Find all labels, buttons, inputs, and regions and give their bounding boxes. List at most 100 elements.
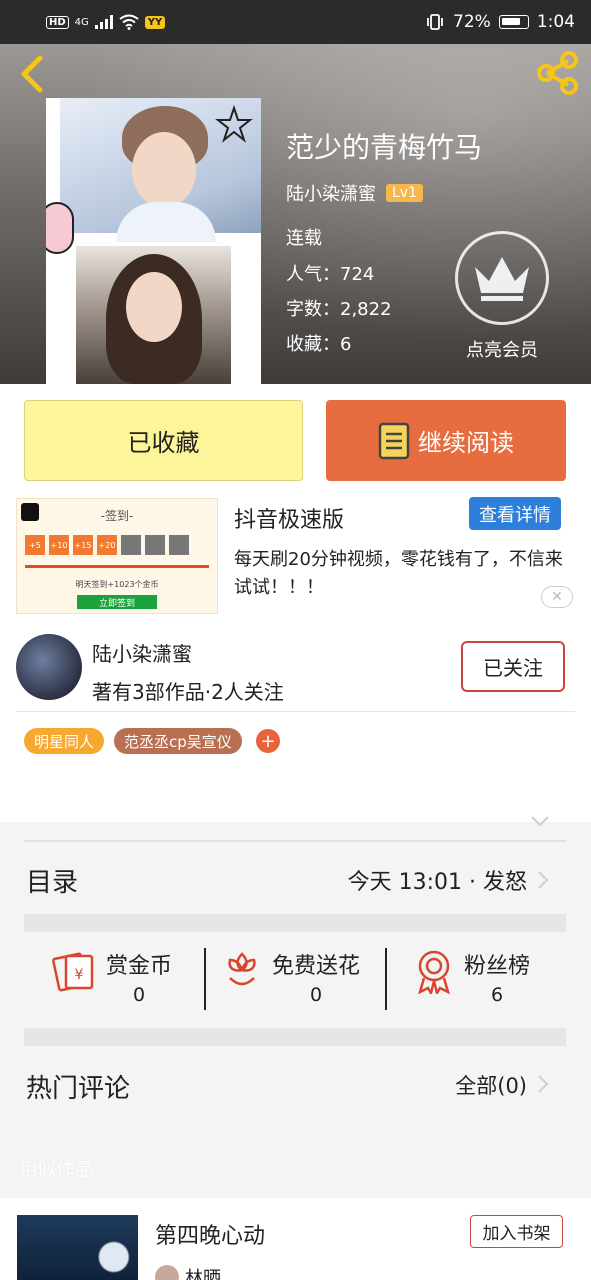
word-count-row: 字数：2,822: [286, 295, 392, 321]
battery-icon: [498, 15, 529, 29]
similar-book-title[interactable]: 第四晚心动: [155, 1218, 265, 1250]
reward-day-4: +20: [97, 535, 117, 555]
star-decoration-icon: [215, 104, 253, 143]
stat-fans-label: 粉丝榜: [464, 954, 531, 979]
popularity-value: 724: [340, 264, 375, 285]
ad-details-button[interactable]: 查看详情: [469, 497, 561, 530]
crown-icon: [475, 257, 529, 301]
similar-book-author: 林晒: [155, 1264, 221, 1280]
author-row: 陆小染潇蜜 Lv1: [286, 180, 423, 206]
table-of-contents-row[interactable]: 目录 今天 13:01 · 发怒: [0, 842, 591, 916]
hot-comments-row[interactable]: 热门评论 全部(0): [0, 1046, 591, 1126]
stat-flowers-value: 0: [309, 984, 323, 1006]
signal-icon: [94, 15, 113, 29]
author-avatar[interactable]: [16, 634, 82, 700]
stat-flowers-label: 免费送花: [272, 954, 361, 979]
add-to-shelf-button[interactable]: 加入书架: [470, 1215, 563, 1248]
reward-day-2: +10: [49, 535, 69, 555]
status-left: HD 4G YY: [46, 14, 166, 30]
hot-comments-label: 热门评论: [26, 1074, 131, 1104]
ad-title: 抖音极速版: [234, 508, 345, 533]
author-card-stats: 著有3部作品·2人关注: [92, 680, 284, 704]
popularity-label: 人气：: [286, 264, 340, 285]
reward-day-1: +5: [25, 535, 45, 555]
similar-works-heading: 相似作品: [18, 1159, 95, 1181]
chevron-down-icon[interactable]: [530, 814, 550, 828]
reward-day-7: [169, 535, 189, 555]
support-stats: ¥ 赏金币 0 免费送花 0 粉丝榜 6: [0, 934, 591, 1028]
book-status: 连载: [286, 228, 322, 249]
similar-book-cover[interactable]: [17, 1215, 138, 1280]
ad-description: 每天刷20分钟视频，零花钱有了，不信来试试！！！: [234, 549, 563, 598]
continue-reading-label: 继续阅读: [418, 429, 514, 457]
tag-star-fanfic[interactable]: 明星同人: [24, 728, 105, 754]
avatar: [155, 1265, 179, 1280]
stat-fans-value: 6: [490, 984, 504, 1006]
book-title: 范少的青梅竹马: [286, 131, 483, 164]
favorites-value: 6: [340, 334, 352, 355]
ad-image-rewards: +5 +10 +15 +20: [25, 535, 189, 555]
vip-crown-button[interactable]: [455, 231, 549, 325]
continue-reading-button[interactable]: 继续阅读: [326, 400, 566, 481]
stat-flowers[interactable]: 免费送花 0: [222, 948, 360, 1006]
similar-book-card[interactable]: 第四晚心动 加入书架 林晒: [0, 1198, 591, 1280]
book-header: 范少的青梅竹马 陆小染潇蜜 Lv1 连载 人气：724 字数：2,822 收藏：…: [0, 44, 591, 384]
ad-banner[interactable]: -签到- +5 +10 +15 +20 明天签到+1023个金币 立即签到 抖音…: [0, 494, 591, 622]
ad-image-signin-button: 立即签到: [77, 595, 157, 609]
wifi-icon: [119, 14, 139, 30]
favorited-button[interactable]: 已收藏: [24, 400, 303, 481]
author-card: 陆小染潇蜜 著有3部作品·2人关注 已关注 明星同人 范丞丞cp吴宣仪 +: [0, 622, 591, 827]
divider: [385, 948, 387, 1010]
ad-image-header: -签到-: [100, 509, 134, 523]
clock: 1:04: [536, 12, 575, 32]
yy-app-icon: YY: [144, 15, 166, 29]
ad-progress-line: [25, 565, 209, 568]
divider: [204, 948, 206, 1010]
cover-photo-bottom: [76, 246, 231, 384]
heart-sticker: [46, 202, 74, 254]
stat-coins-value: 0: [132, 984, 146, 1006]
chevron-right-icon: [538, 1075, 549, 1093]
all-comments-link[interactable]: 全部(0): [455, 1070, 527, 1100]
word-count-value: 2,822: [340, 299, 392, 320]
stat-coins[interactable]: ¥ 赏金币 0: [52, 948, 172, 1006]
reward-day-5: [121, 535, 141, 555]
status-right: 72% 1:04: [425, 12, 575, 32]
author-level-badge: Lv1: [386, 184, 423, 202]
stat-fans[interactable]: 粉丝榜 6: [414, 948, 530, 1006]
ad-image[interactable]: -签到- +5 +10 +15 +20 明天签到+1023个金币 立即签到: [16, 498, 218, 614]
hd-badge: HD: [46, 15, 69, 29]
status-bar: HD 4G YY 72% 1:04: [0, 0, 591, 44]
similar-author-name: 林晒: [185, 1268, 221, 1280]
section-separator: [24, 914, 566, 932]
toc-label: 目录: [26, 868, 79, 898]
book-icon: [378, 422, 410, 459]
stat-coins-label: 赏金币: [106, 954, 173, 979]
author-name[interactable]: 陆小染潇蜜: [286, 180, 376, 206]
latest-chapter: 今天 13:01 · 发怒: [347, 870, 527, 895]
favorites-label: 收藏：: [286, 334, 340, 355]
section-separator: [24, 1028, 566, 1046]
favorites-row: 收藏：6: [286, 330, 351, 356]
ad-close-button[interactable]: ✕: [541, 586, 573, 608]
divider: [16, 711, 575, 712]
network-label: 4G: [74, 16, 89, 28]
popularity-row: 人气：724: [286, 260, 374, 286]
chevron-right-icon: [538, 871, 549, 889]
reward-day-6: [145, 535, 165, 555]
svg-text:¥: ¥: [75, 967, 84, 983]
book-cover[interactable]: [46, 98, 261, 384]
battery-percent: 72%: [453, 12, 491, 32]
reward-day-3: +15: [73, 535, 93, 555]
vip-label[interactable]: 点亮会员: [440, 336, 564, 362]
tag-cp[interactable]: 范丞丞cp吴宣仪: [114, 728, 242, 754]
add-tag-button[interactable]: +: [256, 729, 280, 753]
red-envelope-icon: ¥: [52, 952, 94, 992]
author-card-name[interactable]: 陆小染潇蜜: [92, 638, 192, 667]
action-bar: 已收藏 继续阅读: [0, 384, 591, 494]
share-icon[interactable]: [535, 50, 581, 96]
follow-button[interactable]: 已关注: [461, 641, 565, 692]
flower-icon: [228, 952, 256, 986]
back-arrow-icon[interactable]: [16, 54, 46, 94]
medal-icon: [418, 950, 450, 994]
